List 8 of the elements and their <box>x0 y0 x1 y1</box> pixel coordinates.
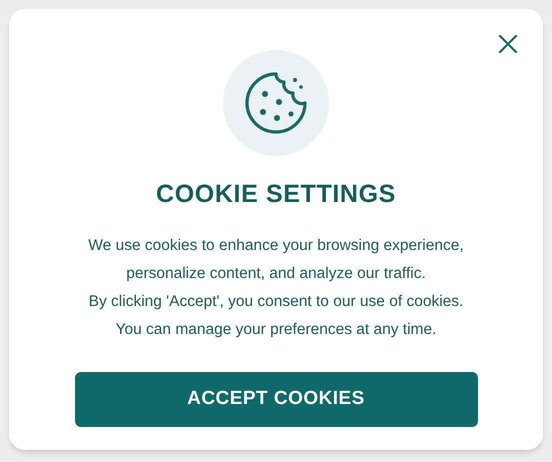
dialog-title: COOKIE SETTINGS <box>156 179 396 210</box>
message-text: We use cookies to enhance your browsing experience, <box>88 236 464 256</box>
message-text: You can manage your preferences at any time. <box>116 320 436 340</box>
message-text: By clicking 'Accept', you consent to our use of cookies. <box>88 292 464 312</box>
close-icon <box>498 34 518 54</box>
cookie-icon <box>243 70 309 136</box>
accept-button[interactable]: ACCEPT COOKIES <box>74 372 478 426</box>
message-text: personalize content, and analyze our traffic. <box>126 264 426 284</box>
